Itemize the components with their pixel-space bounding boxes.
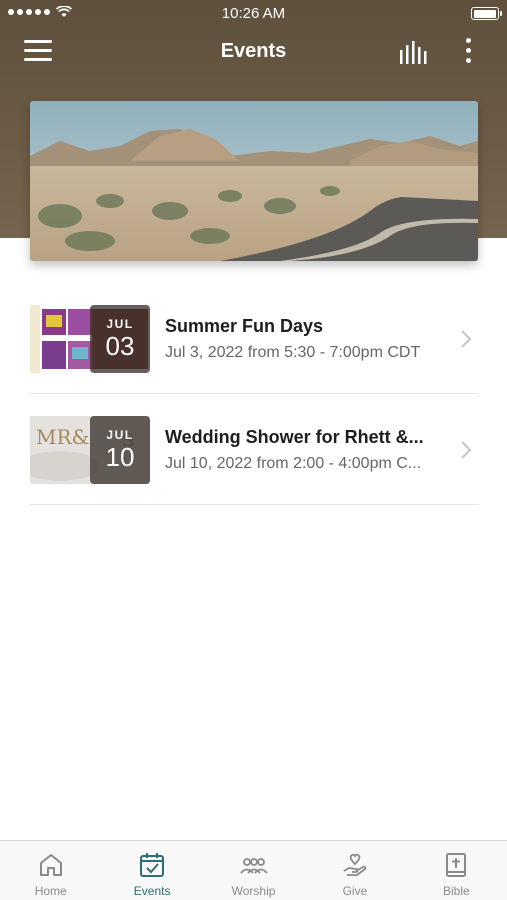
date-month: JUL — [106, 428, 134, 442]
tab-worship[interactable]: Worship — [203, 841, 304, 900]
tab-events[interactable]: Events — [101, 841, 202, 900]
event-thumbnail: JUL 03 — [30, 305, 150, 373]
event-date-time: Jul 3, 2022 from 5:30 - 7:00pm CDT — [165, 344, 421, 361]
give-hand-icon — [343, 853, 367, 876]
battery-icon — [471, 7, 502, 20]
home-icon — [39, 854, 62, 876]
event-row[interactable]: JUL 03 Summer Fun Days Jul 3, 2022 from … — [30, 283, 478, 394]
date-badge: JUL 03 — [90, 305, 150, 373]
tab-bar: Home Events Worship Give Bible — [0, 840, 507, 900]
event-date-time: Jul 10, 2022 from 2:00 - 4:00pm C... — [165, 455, 422, 472]
event-list: JUL 03 Summer Fun Days Jul 3, 2022 from … — [30, 283, 478, 505]
navigation-bar: Events — [0, 30, 507, 76]
audio-bars-icon[interactable] — [398, 40, 432, 66]
tab-label: Home — [34, 884, 67, 898]
tab-label: Bible — [442, 884, 470, 898]
bible-icon — [446, 853, 467, 877]
chevron-right-icon — [461, 441, 472, 459]
event-thumbnail: MR& S JUL 10 — [30, 416, 150, 484]
people-icon — [239, 858, 268, 874]
date-day: 10 — [105, 442, 135, 472]
tab-bible[interactable]: Bible — [406, 841, 507, 900]
date-day: 03 — [105, 331, 135, 361]
event-row[interactable]: MR& S JUL 10 Wedding Shower for Rhett &.… — [30, 394, 478, 505]
date-badge: JUL 10 — [90, 416, 150, 484]
clock: 10:26 AM — [221, 5, 286, 22]
date-month: JUL — [106, 317, 134, 331]
tab-label: Worship — [231, 884, 276, 898]
tab-label: Events — [133, 884, 171, 898]
event-title: Wedding Shower for Rhett &... — [165, 427, 424, 447]
event-title: Summer Fun Days — [165, 316, 324, 336]
more-options-icon[interactable] — [458, 38, 478, 68]
tab-home[interactable]: Home — [0, 841, 101, 900]
svg-text:MR&: MR& — [36, 425, 89, 449]
chevron-right-icon — [461, 330, 472, 348]
calendar-icon — [140, 853, 165, 877]
tab-give[interactable]: Give — [304, 841, 405, 900]
hero-banner-image — [30, 101, 478, 261]
status-bar: 10:26 AM — [0, 0, 507, 28]
tab-label: Give — [342, 884, 368, 898]
